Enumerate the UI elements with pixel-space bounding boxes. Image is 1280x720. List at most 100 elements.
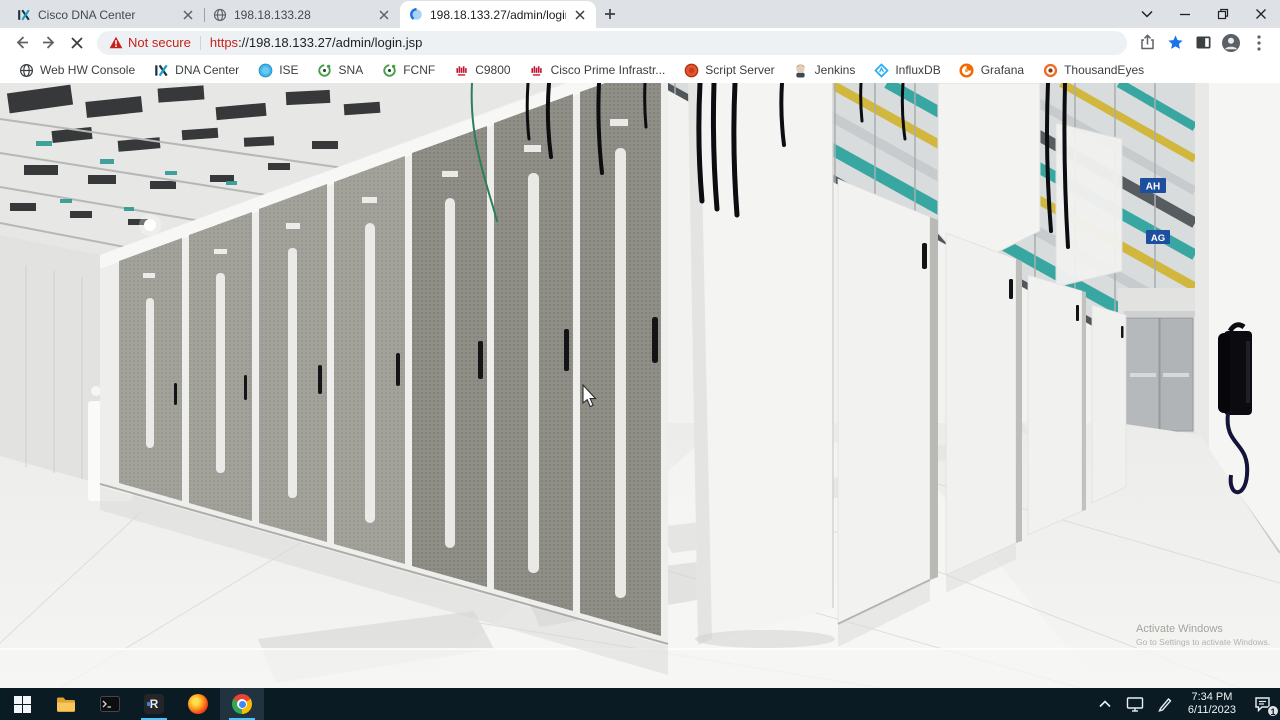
tab-cisco-dna-center[interactable]: Cisco DNA Center bbox=[8, 1, 204, 28]
browser-toolbar: Not secure https://198.18.133.27/admin/l… bbox=[0, 28, 1280, 57]
start-button[interactable] bbox=[0, 688, 44, 720]
aisle-sign-ah: AH bbox=[1140, 178, 1166, 193]
warning-triangle-icon bbox=[109, 36, 123, 49]
cisco-logo-icon bbox=[529, 62, 545, 78]
bookmark-label: Script Server bbox=[705, 63, 775, 77]
url-text: https://198.18.133.27/admin/login.jsp bbox=[210, 35, 423, 50]
address-bar[interactable]: Not secure https://198.18.133.27/admin/l… bbox=[97, 30, 1127, 55]
security-chip[interactable]: Not secure bbox=[109, 35, 191, 50]
tab-close-icon[interactable] bbox=[180, 7, 196, 23]
menu-kebab-icon[interactable] bbox=[1245, 29, 1273, 57]
taskbar-clock[interactable]: 7:34 PM 6/11/2023 bbox=[1180, 691, 1244, 717]
firefox-icon bbox=[188, 694, 208, 714]
bookmark-label: Grafana bbox=[980, 63, 1025, 77]
bookmark-influxdb[interactable]: InfluxDB bbox=[865, 59, 948, 81]
chrome-button[interactable] bbox=[220, 688, 264, 720]
tray-chevron-up-icon[interactable] bbox=[1090, 688, 1120, 720]
bookmark-dna-center[interactable]: DNA Center bbox=[145, 59, 247, 81]
clock-date: 6/11/2023 bbox=[1187, 704, 1236, 716]
mremoteng-icon: R bbox=[144, 694, 164, 714]
forward-button[interactable] bbox=[35, 29, 63, 57]
security-chip-label: Not secure bbox=[128, 35, 191, 50]
globe-icon bbox=[212, 7, 228, 23]
new-tab-button[interactable] bbox=[596, 0, 624, 28]
bookmark-grafana[interactable]: Grafana bbox=[951, 59, 1032, 81]
restore-button[interactable] bbox=[1204, 0, 1242, 28]
bookmark-label: Jenkins bbox=[814, 63, 856, 77]
window-controls bbox=[1128, 0, 1280, 28]
dna-center-icon bbox=[153, 62, 169, 78]
globe-icon bbox=[18, 62, 34, 78]
tab-search-chevron-icon[interactable] bbox=[1128, 0, 1166, 28]
close-window-button[interactable] bbox=[1242, 0, 1280, 28]
tray-display-network-icon[interactable] bbox=[1120, 688, 1150, 720]
grafana-flame-icon bbox=[959, 62, 975, 78]
influxdb-icon bbox=[873, 62, 889, 78]
green-swirl-icon bbox=[317, 62, 333, 78]
bookmark-c9800[interactable]: C9800 bbox=[445, 59, 518, 81]
bookmark-jenkins[interactable]: Jenkins bbox=[785, 59, 864, 81]
back-button[interactable] bbox=[7, 29, 35, 57]
bookmark-ise[interactable]: ISE bbox=[249, 59, 306, 81]
action-center-button[interactable]: 1 bbox=[1244, 688, 1280, 720]
file-explorer-button[interactable] bbox=[44, 688, 88, 720]
bookmark-label: InfluxDB bbox=[895, 63, 941, 77]
share-button[interactable] bbox=[1133, 29, 1161, 57]
jenkins-butler-icon bbox=[793, 62, 809, 78]
datacenter-scene: AH AG Activate Windows Go to Settings to… bbox=[0, 83, 1280, 688]
tab-login-jsp-active[interactable]: 198.18.133.27/admin/login.jsp bbox=[400, 1, 596, 28]
bookmark-thousandeyes[interactable]: ThousandEyes bbox=[1034, 59, 1152, 81]
tab-title: 198.18.133.27/admin/login.jsp bbox=[430, 7, 566, 22]
loading-spinner-icon bbox=[408, 7, 424, 23]
notification-count-badge: 1 bbox=[1267, 705, 1279, 717]
tab-close-icon[interactable] bbox=[572, 7, 588, 23]
bookmark-label: FCNF bbox=[403, 63, 436, 77]
url-scheme: https bbox=[209, 35, 239, 50]
thousandeyes-eye-icon bbox=[1042, 62, 1058, 78]
windows-taskbar: R 7:34 PM 6/11/2023 1 bbox=[0, 688, 1280, 720]
svg-text:AH: AH bbox=[1146, 182, 1160, 193]
omnibox-divider bbox=[199, 35, 201, 50]
bookmark-star-icon[interactable] bbox=[1161, 29, 1189, 57]
red-orb-icon bbox=[683, 62, 699, 78]
green-swirl-icon bbox=[381, 62, 397, 78]
stop-loading-button[interactable] bbox=[63, 29, 91, 57]
bookmark-label: C9800 bbox=[475, 63, 511, 77]
cisco-logo-icon bbox=[453, 62, 469, 78]
chrome-icon bbox=[232, 694, 252, 714]
bookmark-label: DNA Center bbox=[175, 63, 240, 77]
bookmark-label: Cisco Prime Infrastr... bbox=[550, 63, 666, 77]
tab-title: 198.18.133.28 bbox=[234, 7, 311, 22]
page-content-datacenter-photo: AH AG Activate Windows Go to Settings to… bbox=[0, 83, 1280, 688]
tab-198-18-133-28[interactable]: 198.18.133.28 bbox=[204, 1, 400, 28]
tray-pen-icon[interactable] bbox=[1150, 688, 1180, 720]
clock-time: 7:34 PM bbox=[1191, 691, 1233, 703]
taskbar-apps: R bbox=[0, 688, 264, 720]
bookmark-label: SNA bbox=[338, 63, 364, 77]
tab-close-icon[interactable] bbox=[376, 7, 392, 23]
svg-text:AG: AG bbox=[1151, 233, 1165, 244]
url-rest: ://198.18.133.27/admin/login.jsp bbox=[238, 35, 423, 50]
mremoteng-button[interactable]: R bbox=[132, 688, 176, 720]
foreground-rack-end-panel bbox=[688, 83, 835, 648]
command-prompt-button[interactable] bbox=[88, 688, 132, 720]
minimize-button[interactable] bbox=[1166, 0, 1204, 28]
bookmark-script-server[interactable]: Script Server bbox=[675, 59, 782, 81]
bookmarks-bar: Web HW Console DNA Center ISE SNA FCNF C… bbox=[0, 57, 1280, 83]
aisle-sign-ag: AG bbox=[1146, 230, 1170, 244]
bookmark-label: ISE bbox=[279, 63, 299, 77]
tab-strip: Cisco DNA Center 198.18.133.28 198.18.13… bbox=[0, 0, 1280, 28]
far-end-door bbox=[1118, 288, 1202, 436]
bookmark-web-hw-console[interactable]: Web HW Console bbox=[10, 59, 143, 81]
bookmark-fcnf[interactable]: FCNF bbox=[373, 59, 443, 81]
svg-text:Go to Settings to activate Win: Go to Settings to activate Windows. bbox=[1136, 637, 1270, 647]
profile-avatar[interactable] bbox=[1217, 29, 1245, 57]
bookmark-label: ThousandEyes bbox=[1064, 63, 1145, 77]
system-tray: 7:34 PM 6/11/2023 1 bbox=[1090, 688, 1280, 720]
tab-title: Cisco DNA Center bbox=[38, 7, 136, 22]
side-panel-button[interactable] bbox=[1189, 29, 1217, 57]
bookmark-cisco-prime[interactable]: Cisco Prime Infrastr... bbox=[521, 59, 674, 81]
firefox-button[interactable] bbox=[176, 688, 220, 720]
bookmark-sna[interactable]: SNA bbox=[309, 59, 372, 81]
dna-center-favicon-icon bbox=[16, 7, 32, 23]
